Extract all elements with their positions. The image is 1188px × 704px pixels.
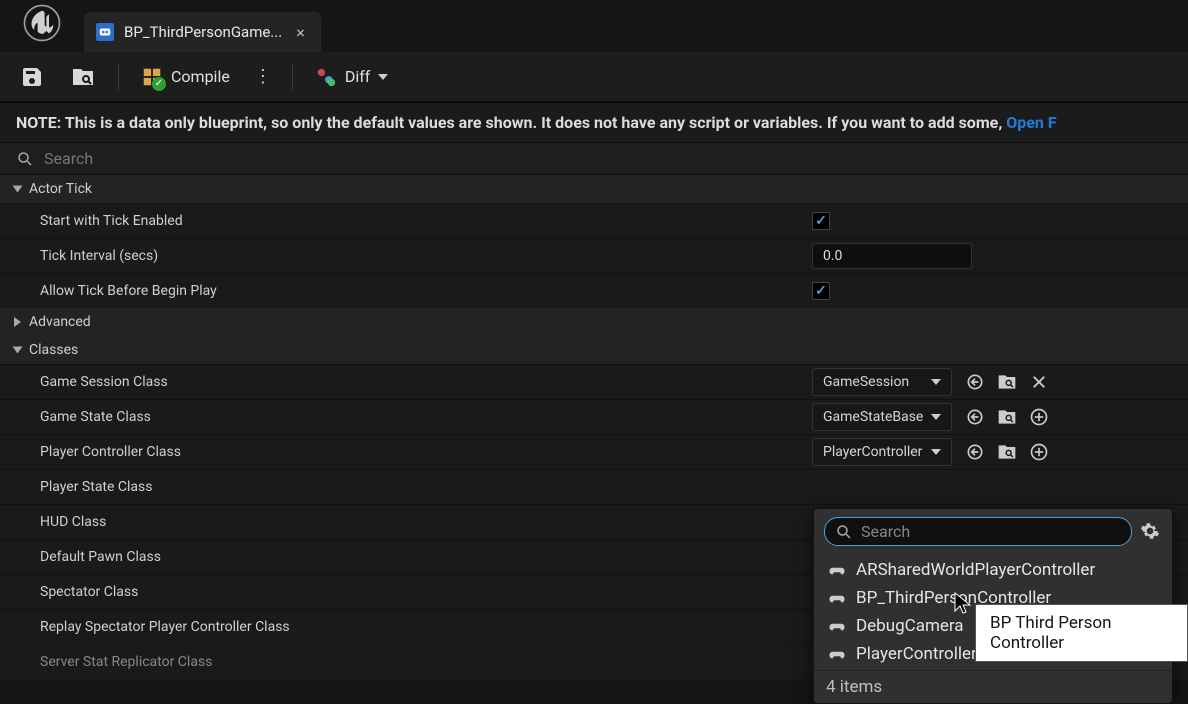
search-icon xyxy=(16,150,34,168)
game-session-dropdown[interactable]: GameSession xyxy=(812,368,952,396)
game-state-dropdown[interactable]: GameStateBase xyxy=(812,403,952,431)
details-search[interactable] xyxy=(0,142,1188,175)
compile-status-icon: ✓ xyxy=(141,66,163,88)
search-icon xyxy=(835,523,853,541)
row-tick-interval: Tick Interval (secs) xyxy=(0,238,1188,273)
checkbox-allow-before[interactable]: ✓ xyxy=(812,282,830,300)
row-player-state: Player State Class xyxy=(0,469,1188,504)
note-text: NOTE: This is a data only blueprint, so … xyxy=(16,113,1006,132)
chevron-down-icon xyxy=(931,449,941,455)
use-selected-icon[interactable] xyxy=(964,406,986,428)
class-picker-input[interactable] xyxy=(861,522,1121,541)
chevron-down-icon xyxy=(931,414,941,420)
use-selected-icon[interactable] xyxy=(964,441,986,463)
search-input[interactable] xyxy=(44,149,1172,168)
section-advanced[interactable]: Advanced xyxy=(0,308,1188,336)
row-game-state: Game State Class GameStateBase xyxy=(0,399,1188,434)
note-bar: NOTE: This is a data only blueprint, so … xyxy=(0,102,1188,142)
tab-title: BP_ThirdPersonGame... xyxy=(124,23,282,41)
tooltip: BP Third Person Controller xyxy=(975,604,1188,662)
unreal-logo[interactable] xyxy=(0,0,84,52)
tab-blueprint[interactable]: BP_ThirdPersonGame... × xyxy=(84,12,321,52)
expand-icon xyxy=(13,186,23,193)
tick-interval-input[interactable] xyxy=(812,243,972,269)
diff-label: Diff xyxy=(345,67,371,86)
row-allow-tick-before: Allow Tick Before Begin Play ✓ xyxy=(0,273,1188,308)
checkbox-start-tick[interactable]: ✓ xyxy=(812,212,830,230)
section-title: Advanced xyxy=(29,314,91,330)
row-label: Player State Class xyxy=(0,471,804,503)
gear-icon[interactable] xyxy=(1140,521,1162,543)
controller-icon xyxy=(828,645,846,663)
compile-label: Compile xyxy=(171,67,230,86)
save-button[interactable] xyxy=(12,59,52,95)
row-label: Tick Interval (secs) xyxy=(0,240,804,272)
chevron-down-icon xyxy=(931,379,941,385)
clear-icon[interactable] xyxy=(1028,371,1050,393)
player-controller-dropdown[interactable]: PlayerController xyxy=(812,438,952,466)
toolbar: ✓ Compile ⋮ Diff xyxy=(0,52,1188,102)
close-icon[interactable]: × xyxy=(292,23,309,42)
diff-button[interactable]: Diff xyxy=(307,60,397,94)
controller-icon xyxy=(828,617,846,635)
check-icon: ✓ xyxy=(152,77,166,91)
row-label: HUD Class xyxy=(0,506,804,538)
row-label: Player Controller Class xyxy=(0,436,804,468)
more-icon[interactable]: ⋮ xyxy=(248,66,278,87)
controller-icon xyxy=(828,589,846,607)
section-title: Actor Tick xyxy=(29,181,92,197)
row-label: Game State Class xyxy=(0,401,804,433)
section-actor-tick[interactable]: Actor Tick xyxy=(0,175,1188,203)
row-start-tick: Start with Tick Enabled ✓ xyxy=(0,203,1188,238)
browse-button[interactable] xyxy=(62,59,104,95)
chevron-down-icon xyxy=(378,74,388,80)
row-player-controller: Player Controller Class PlayerController xyxy=(0,434,1188,469)
row-label: Server Stat Replicator Class xyxy=(0,646,804,678)
controller-icon xyxy=(828,561,846,579)
use-selected-icon[interactable] xyxy=(964,371,986,393)
add-new-icon[interactable] xyxy=(1028,441,1050,463)
section-title: Classes xyxy=(29,342,78,358)
row-game-session: Game Session Class GameSession xyxy=(0,364,1188,399)
expand-icon xyxy=(13,347,23,354)
open-full-editor-link[interactable]: Open F xyxy=(1006,113,1056,132)
row-label: Spectator Class xyxy=(0,576,804,608)
browse-to-icon[interactable] xyxy=(996,441,1018,463)
row-label: Default Pawn Class xyxy=(0,541,804,573)
compile-button[interactable]: ✓ Compile xyxy=(133,60,238,94)
class-option[interactable]: ARSharedWorldPlayerController xyxy=(814,556,1172,584)
class-picker-search[interactable] xyxy=(824,517,1132,546)
section-classes[interactable]: Classes xyxy=(0,336,1188,364)
add-new-icon[interactable] xyxy=(1028,406,1050,428)
class-picker-count: 4 items xyxy=(814,670,1172,703)
browse-to-icon[interactable] xyxy=(996,406,1018,428)
row-label: Start with Tick Enabled xyxy=(0,205,804,237)
expand-icon xyxy=(14,317,21,327)
row-label: Replay Spectator Player Controller Class xyxy=(0,611,804,643)
blueprint-icon xyxy=(96,23,114,41)
browse-to-icon[interactable] xyxy=(996,371,1018,393)
row-label: Allow Tick Before Begin Play xyxy=(0,275,804,307)
row-label: Game Session Class xyxy=(0,366,804,398)
